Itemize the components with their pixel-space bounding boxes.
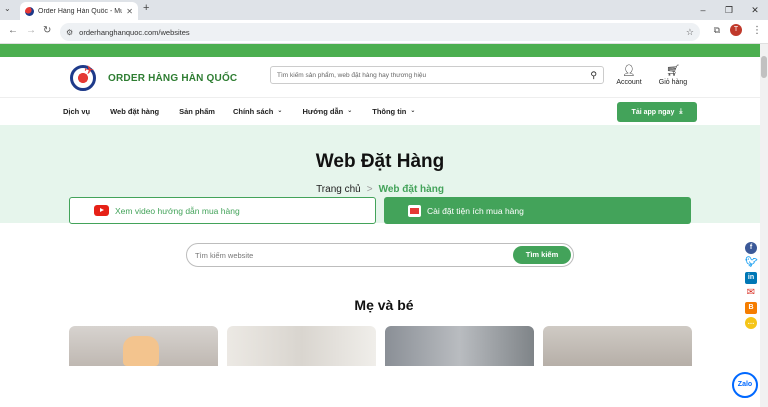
chat-icon[interactable]: …: [745, 317, 757, 329]
social-share-bar: f 🐦︎ in ✉ B …: [745, 242, 759, 329]
facebook-icon[interactable]: f: [745, 242, 757, 254]
website-card[interactable]: [69, 326, 218, 366]
twitter-icon[interactable]: 🐦︎: [745, 257, 758, 269]
section-title: Mẹ và bé: [354, 297, 414, 313]
product-search-placeholder: Tìm kiếm sản phẩm, web đặt hàng hay thươ…: [277, 71, 427, 79]
user-icon: 👤︎: [622, 65, 636, 77]
site-logo[interactable]: ✈ ORDER HÀNG HÀN QUỐC: [68, 63, 237, 93]
nav-item-huong-dan[interactable]: Hướng dẫn: [302, 107, 343, 116]
cart-icon: 🛒︎: [666, 65, 680, 77]
install-extension-button[interactable]: Cài đặt tiện ích mua hàng: [384, 197, 691, 224]
zalo-chat-button[interactable]: Zalo: [732, 372, 758, 398]
logo-emblem-icon: ✈: [68, 63, 102, 93]
blogger-icon[interactable]: B: [745, 302, 757, 314]
chevron-down-icon: ⌄: [410, 108, 416, 114]
breadcrumb-home[interactable]: Trang chủ: [316, 184, 361, 195]
maximize-icon[interactable]: ❐: [716, 0, 742, 20]
top-green-strip: [0, 44, 760, 57]
back-icon[interactable]: ←: [8, 25, 18, 36]
breadcrumb: Trang chủ > Web đặt hàng: [0, 184, 760, 195]
website-search-input[interactable]: Tìm kiếm website Tìm kiếm: [186, 243, 574, 267]
close-tab-icon[interactable]: ✕: [126, 7, 133, 16]
address-bar[interactable]: ⚙ orderhanghanquoc.com/websites ☆: [60, 23, 700, 41]
nav-item-thong-tin[interactable]: Thông tin: [372, 107, 406, 116]
scrollbar-thumb[interactable]: [761, 56, 767, 78]
cart-label: Giỏ hàng: [658, 79, 688, 86]
site-favicon-icon: [25, 6, 34, 16]
page-scrollbar[interactable]: [760, 44, 768, 407]
minimize-icon[interactable]: –: [690, 0, 716, 20]
nav-item-chinh-sach[interactable]: Chính sách: [233, 107, 273, 116]
page-title: Web Đặt Hàng: [315, 151, 445, 172]
extensions-icon[interactable]: ⧉: [714, 25, 720, 36]
account-label: Account: [616, 79, 642, 86]
tab-title: Order Hàng Hàn Quốc - Mua H: [38, 7, 123, 15]
account-button[interactable]: 👤︎ Account: [614, 65, 644, 86]
nav-item-web-dat-hang[interactable]: Web đặt hàng: [110, 107, 159, 116]
chevron-down-icon: ⌄: [277, 108, 283, 114]
reload-icon[interactable]: ↻: [43, 25, 51, 36]
site-info-icon[interactable]: ⚙: [66, 28, 73, 37]
action-buttons: Xem video hướng dẫn mua hàng Cài đặt tiệ…: [69, 197, 691, 224]
website-cards: [69, 326, 692, 366]
video-guide-label: Xem video hướng dẫn mua hàng: [115, 205, 240, 216]
website-search-placeholder: Tìm kiếm website: [195, 250, 254, 260]
install-extension-label: Cài đặt tiện ích mua hàng: [427, 205, 524, 216]
website-card[interactable]: [543, 326, 692, 366]
chevron-down-icon: ⌄: [347, 108, 353, 114]
website-card[interactable]: [227, 326, 376, 366]
browser-menu-icon[interactable]: ⋮: [752, 25, 762, 36]
linkedin-icon[interactable]: in: [745, 272, 757, 284]
download-icon: ⤓: [679, 108, 683, 115]
new-tab-icon[interactable]: +: [143, 2, 149, 14]
brand-name: ORDER HÀNG HÀN QUỐC: [108, 72, 238, 84]
product-search-input[interactable]: Tìm kiếm sản phẩm, web đặt hàng hay thươ…: [270, 66, 604, 84]
youtube-icon: [94, 205, 109, 216]
browser-toolbar: ← → ↻ ⚙ orderhanghanquoc.com/websites ☆ …: [0, 20, 768, 44]
website-search-button[interactable]: Tìm kiếm: [513, 246, 571, 264]
browser-right-tools: ⧉ T ⋮: [714, 24, 762, 36]
video-guide-button[interactable]: Xem video hướng dẫn mua hàng: [69, 197, 376, 224]
website-card[interactable]: [385, 326, 534, 366]
breadcrumb-separator: >: [366, 184, 373, 195]
close-window-icon[interactable]: ✕: [742, 0, 768, 20]
tab-search-icon[interactable]: ⌄: [4, 4, 11, 13]
search-icon[interactable]: ⚲: [590, 70, 597, 81]
window-controls: – ❐ ✕: [690, 0, 768, 20]
main-nav: Dịch vụ Web đặt hàng Sản phẩm Chính sách…: [0, 97, 760, 125]
gmail-icon[interactable]: ✉: [745, 287, 757, 299]
browser-tab-strip: ⌄ Order Hàng Hàn Quốc - Mua H ✕ + – ❐ ✕: [0, 0, 768, 20]
nav-item-dich-vu[interactable]: Dịch vụ: [63, 107, 90, 116]
extension-icon: [408, 204, 421, 217]
download-app-button[interactable]: Tải app ngay ⤓: [617, 102, 697, 122]
bear-toy-image: [123, 336, 159, 366]
browser-tab[interactable]: Order Hàng Hàn Quốc - Mua H ✕: [20, 2, 138, 20]
cart-button[interactable]: 🛒︎ Giỏ hàng: [657, 65, 689, 86]
forward-icon[interactable]: →: [26, 25, 36, 36]
profile-avatar[interactable]: T: [730, 24, 742, 36]
nav-item-san-pham[interactable]: Sản phẩm: [179, 107, 215, 116]
breadcrumb-current: Web đặt hàng: [378, 184, 444, 195]
site-header: ✈ ORDER HÀNG HÀN QUỐC Tìm kiếm sản phẩm,…: [0, 57, 760, 97]
download-app-label: Tải app ngay: [631, 108, 675, 116]
url-text[interactable]: orderhanghanquoc.com/websites: [79, 28, 680, 37]
bookmark-star-icon[interactable]: ☆: [686, 27, 694, 38]
